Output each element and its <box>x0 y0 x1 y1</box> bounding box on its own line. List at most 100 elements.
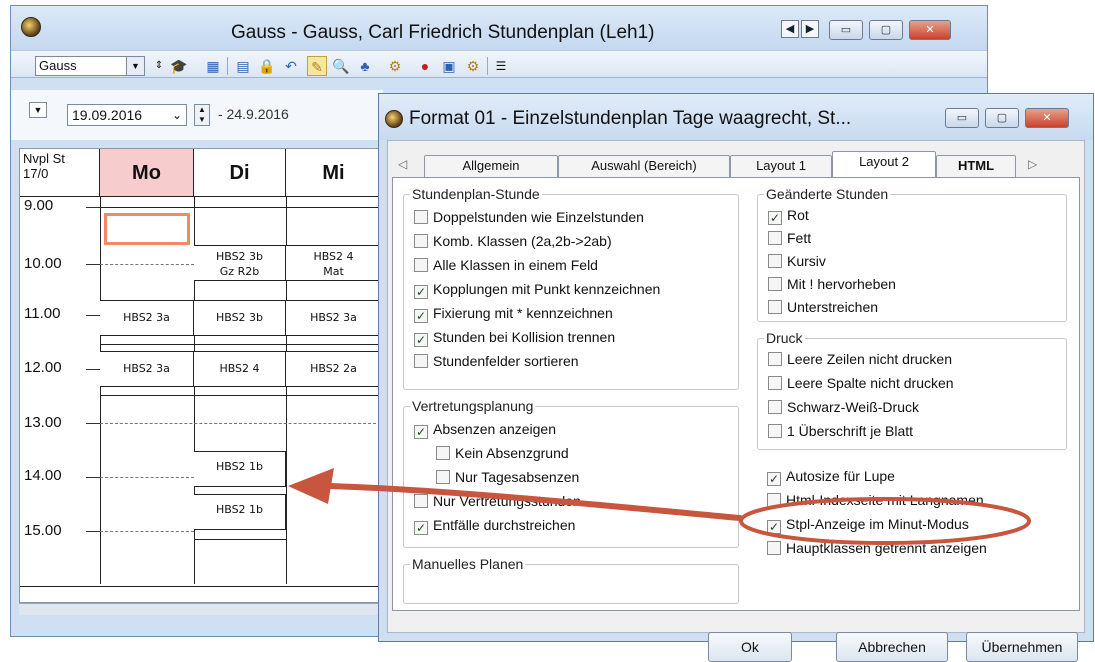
close-button[interactable]: ✕ <box>909 20 951 40</box>
checkbox-box[interactable] <box>414 234 428 248</box>
checkbox-rot[interactable]: ✓ Rot <box>768 207 809 225</box>
checkbox-ueberschrift[interactable]: 1 Überschrift je Blatt <box>768 423 913 441</box>
checkbox-doppelstunden[interactable]: Doppelstunden wie Einzelstunden <box>414 209 644 227</box>
users-icon[interactable]: ♣ <box>355 56 375 76</box>
minimize-button[interactable]: ▭ <box>829 20 863 40</box>
checkbox-box[interactable]: ✓ <box>414 333 428 347</box>
undo-icon[interactable]: ↶ <box>281 56 301 76</box>
checkbox-entfaelle[interactable]: ✓ Entfälle durchstreichen <box>414 517 575 535</box>
checkbox-box[interactable] <box>436 470 450 484</box>
checkbox-box[interactable]: ✓ <box>768 211 782 225</box>
checkbox-nur-vertretungsstunden[interactable]: Nur Vertretungsstunden <box>414 493 581 511</box>
day-header-mi[interactable]: Mi <box>286 149 381 197</box>
checkbox-minut-modus[interactable]: ✓ Stpl-Anzeige im Minut-Modus <box>767 516 969 534</box>
checkbox-komb-klassen[interactable]: Komb. Klassen (2a,2b->2ab) <box>414 233 612 251</box>
checkbox-kollision[interactable]: ✓ Stunden bei Kollision trennen <box>414 329 615 347</box>
day-header-mo[interactable]: Mo <box>100 149 194 197</box>
checkbox-fixierung[interactable]: ✓ Fixierung mit * kennzeichnen <box>414 305 613 323</box>
chevron-down-icon[interactable]: ▼ <box>126 57 144 75</box>
checkbox-nur-tagesabsenzen[interactable]: Nur Tagesabsenzen <box>436 469 579 487</box>
tab-html[interactable]: HTML <box>936 155 1016 177</box>
maximize-button[interactable]: ▢ <box>985 108 1019 128</box>
gear-icon[interactable]: ⚙ <box>463 56 483 76</box>
untis-app-icon[interactable] <box>385 110 403 128</box>
selected-cell[interactable] <box>104 213 190 245</box>
checkbox-sortieren[interactable]: Stundenfelder sortieren <box>414 353 579 371</box>
checkbox-box[interactable] <box>414 210 428 224</box>
spin-icon[interactable]: ⇕ <box>149 56 169 76</box>
checkbox-box[interactable]: ✓ <box>767 472 781 486</box>
close-button[interactable]: ✕ <box>1025 108 1069 128</box>
tab-layout-2[interactable]: Layout 2 <box>832 151 936 178</box>
checkbox-box[interactable] <box>768 300 782 314</box>
lock-icon[interactable]: 🔒 <box>257 56 277 76</box>
minimize-button[interactable]: ▭ <box>945 108 979 128</box>
lesson-cell[interactable]: HBS2 4 <box>194 351 286 387</box>
traffic-light-icon[interactable]: ● <box>415 56 435 76</box>
lesson-cell[interactable]: HBS2 3b Gz R2b <box>194 245 286 281</box>
checkbox-leere-spalte[interactable]: Leere Spalte nicht drucken <box>768 375 954 393</box>
checkbox-box[interactable] <box>768 376 782 390</box>
layout-icon[interactable]: ▤ <box>233 56 253 76</box>
checkbox-leere-zeilen[interactable]: Leere Zeilen nicht drucken <box>768 351 952 369</box>
checkbox-kein-absenzgrund[interactable]: Kein Absenzgrund <box>436 445 569 463</box>
search-icon[interactable]: 🔍 <box>331 56 351 76</box>
tab-scroll-right-icon[interactable]: ▷ <box>1028 157 1037 171</box>
lesson-cell[interactable]: HBS2 4 Mat <box>286 245 381 281</box>
checkbox-schwarz-weiss[interactable]: Schwarz-Weiß-Druck <box>768 399 919 417</box>
checkbox-unterstreichen[interactable]: Unterstreichen <box>768 299 878 317</box>
lesson-cell[interactable]: HBS2 1b <box>194 494 286 530</box>
checkbox-autosize[interactable]: ✓ Autosize für Lupe <box>767 468 895 486</box>
maximize-button[interactable]: ▢ <box>869 20 903 40</box>
checkbox-fett[interactable]: Fett <box>768 230 811 248</box>
grid-icon[interactable]: ▦ <box>203 56 223 76</box>
lesson-cell[interactable]: HBS2 3b <box>194 300 286 336</box>
tab-auswahl[interactable]: Auswahl (Bereich) <box>558 155 730 177</box>
start-date-field[interactable]: 19.09.2016 ⌄ <box>67 104 187 126</box>
checkbox-box[interactable]: ✓ <box>767 520 781 534</box>
lesson-cell[interactable]: HBS2 2a <box>286 351 381 387</box>
teacher-combo[interactable]: Gauss ▼ <box>35 56 145 76</box>
checkbox-absenzen[interactable]: ✓ Absenzen anzeigen <box>414 421 556 439</box>
checkbox-box[interactable] <box>767 541 781 555</box>
lesson-cell[interactable]: HBS2 3a <box>100 351 194 387</box>
print-preview-icon[interactable]: ▣ <box>439 56 459 76</box>
checkbox-box[interactable] <box>768 352 782 366</box>
teacher-hat-icon[interactable]: 🎓 <box>169 56 189 76</box>
checkbox-box[interactable] <box>768 231 782 245</box>
date-stepper[interactable]: ▲ ▼ <box>194 104 210 126</box>
lesson-cell[interactable]: HBS2 1b <box>194 451 286 487</box>
horizontal-scrollbar[interactable] <box>19 603 381 615</box>
checkbox-box[interactable]: ✓ <box>414 425 428 439</box>
checkbox-box[interactable] <box>414 494 428 508</box>
checkbox-html-index[interactable]: Html-Indexseite mit Langnamen <box>767 492 984 510</box>
checkbox-box[interactable] <box>768 424 782 438</box>
checkbox-hervorheben[interactable]: Mit ! hervorheben <box>768 276 896 294</box>
prev-arrow-icon[interactable]: ◀ <box>781 20 799 38</box>
checkbox-box[interactable] <box>768 254 782 268</box>
lesson-cell[interactable]: HBS2 3a <box>286 300 381 336</box>
checkbox-kursiv[interactable]: Kursiv <box>768 253 826 271</box>
checkbox-box[interactable] <box>436 446 450 460</box>
settings-icon[interactable]: ⚙ <box>385 56 405 76</box>
untis-app-icon[interactable] <box>21 17 41 37</box>
day-header-di[interactable]: Di <box>194 149 286 197</box>
checkbox-box[interactable] <box>768 277 782 291</box>
lesson-cell[interactable]: HBS2 3a <box>100 300 194 336</box>
checkbox-box[interactable]: ✓ <box>414 309 428 323</box>
checkbox-box[interactable] <box>414 354 428 368</box>
checkbox-box[interactable]: ✓ <box>414 521 428 535</box>
checkbox-hauptklassen[interactable]: Hauptklassen getrennt anzeigen <box>767 540 987 558</box>
edit-icon[interactable]: ✎ <box>307 56 327 76</box>
checkbox-box[interactable] <box>414 258 428 272</box>
tab-scroll-left-icon[interactable]: ◁ <box>398 157 407 171</box>
menu-icon[interactable]: ☰ <box>491 56 511 76</box>
checkbox-box[interactable] <box>767 493 781 507</box>
checkbox-kopplungen[interactable]: ✓ Kopplungen mit Punkt kennzeichnen <box>414 281 660 299</box>
checkbox-alle-klassen[interactable]: Alle Klassen in einem Feld <box>414 257 598 275</box>
cancel-button[interactable]: Abbrechen <box>836 632 948 662</box>
chevron-down-icon[interactable]: ⌄ <box>172 105 182 125</box>
checkbox-box[interactable] <box>768 400 782 414</box>
tab-allgemein[interactable]: Allgemein <box>424 155 558 177</box>
ok-button[interactable]: Ok <box>708 632 792 662</box>
